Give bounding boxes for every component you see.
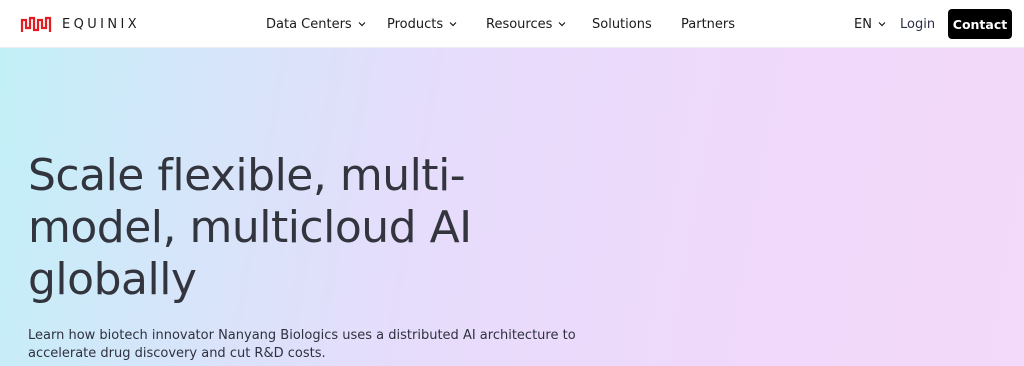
nav-solutions[interactable]: Solutions — [592, 0, 652, 48]
logo-text: EQUINIX — [62, 16, 141, 32]
hero-section: Scale flexible, multi-model, multicloud … — [0, 48, 1024, 366]
chevron-down-icon — [878, 22, 886, 27]
language-label: EN — [854, 16, 872, 32]
nav-data-centers[interactable]: Data Centers — [266, 0, 366, 48]
contact-button[interactable]: Contact — [948, 9, 1012, 39]
nav-label: Resources — [486, 16, 553, 32]
chevron-down-icon — [358, 22, 366, 27]
nav-label: Data Centers — [266, 16, 352, 32]
site-header: EQUINIX Data Centers Products Resources … — [0, 0, 1024, 48]
hero-subtitle: Learn how biotech innovator Nanyang Biol… — [28, 328, 576, 361]
equinix-logo-icon — [20, 16, 52, 32]
nav-resources[interactable]: Resources — [486, 0, 566, 48]
equinix-logo[interactable]: EQUINIX — [20, 14, 140, 34]
login-link[interactable]: Login — [900, 0, 935, 48]
nav-partners[interactable]: Partners — [681, 0, 735, 48]
language-selector[interactable]: EN — [854, 0, 886, 48]
nav-label: Products — [387, 16, 444, 32]
chevron-down-icon — [449, 22, 457, 27]
chevron-down-icon — [558, 22, 566, 27]
hero-title: Scale flexible, multi-model, multicloud … — [28, 150, 472, 305]
nav-products[interactable]: Products — [387, 0, 457, 48]
nav-label: Partners — [681, 16, 736, 32]
nav-label: Solutions — [592, 16, 652, 32]
